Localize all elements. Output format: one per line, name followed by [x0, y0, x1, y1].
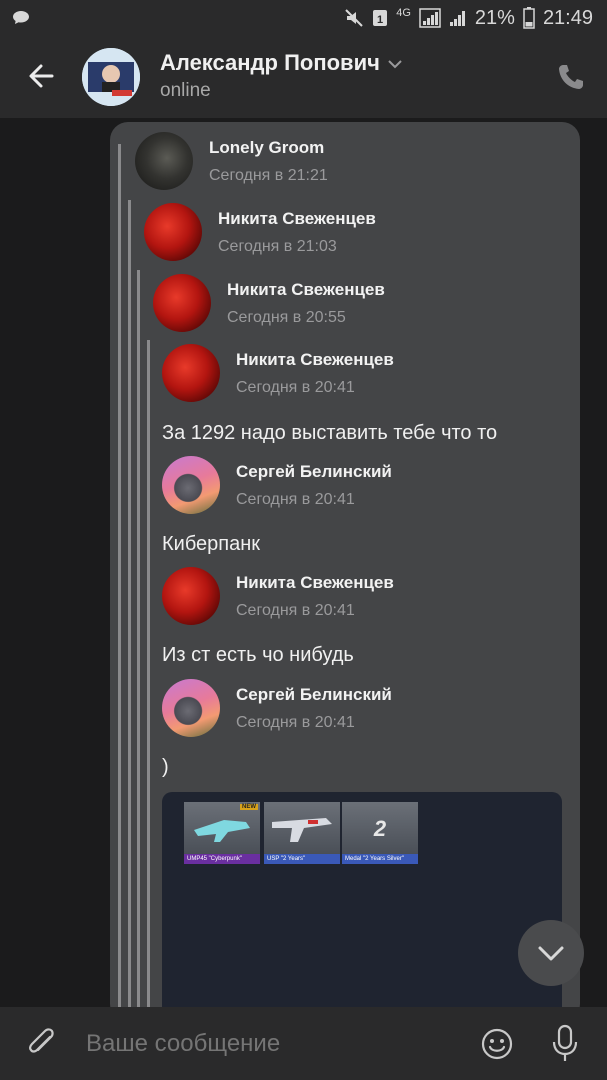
sender-time: Сегодня в 21:21: [209, 167, 328, 184]
sender-time: Сегодня в 20:41: [236, 379, 355, 396]
svg-text:2: 2: [373, 816, 387, 841]
item-tile: USP "2 Years": [264, 802, 340, 864]
forward-line: [137, 270, 140, 1022]
chevron-down-icon[interactable]: [388, 59, 402, 69]
chevron-down-icon: [538, 946, 564, 961]
sender-avatar[interactable]: [162, 567, 220, 625]
status-icons: 1 4G 21% 21:49: [344, 6, 593, 30]
back-arrow-icon[interactable]: [24, 58, 60, 94]
image-attachment[interactable]: NEW UMP45 "Cyberpunk" USP "2 Years" 2 Me…: [162, 792, 562, 1022]
message-text: Из ст есть чо нибудь: [162, 644, 354, 666]
message-composer: [0, 1007, 607, 1080]
sender-name[interactable]: Никита Свеженцев: [236, 350, 394, 370]
sender-avatar[interactable]: [162, 344, 220, 402]
network-type-label: 4G: [396, 6, 411, 19]
message-input[interactable]: [86, 1029, 456, 1059]
mute-icon: [345, 9, 363, 27]
item-tile: NEW UMP45 "Cyberpunk": [184, 802, 260, 864]
item-tile: 2 Medal "2 Years Silver": [342, 802, 418, 864]
message-text: За 1292 надо выставить тебе что то: [162, 422, 498, 444]
new-badge: NEW: [240, 804, 258, 810]
paperclip-icon[interactable]: [26, 1027, 58, 1061]
contact-name-label: Александр Попович: [160, 50, 380, 75]
signal-icon: [419, 8, 441, 28]
sender-name[interactable]: Сергей Белинский: [236, 685, 392, 705]
message-bubble[interactable]: Lonely Groom Сегодня в 21:21 Никита Свеж…: [110, 122, 580, 1022]
battery-icon: [523, 7, 535, 29]
sender-name[interactable]: Lonely Groom: [209, 138, 324, 158]
forward-line: [118, 144, 121, 1022]
contact-name[interactable]: Александр Попович: [160, 50, 402, 76]
sender-time: Сегодня в 20:41: [236, 602, 355, 619]
status-bar: 1 4G 21% 21:49: [0, 0, 607, 36]
forward-line: [128, 200, 131, 1022]
sender-time: Сегодня в 20:41: [236, 714, 355, 731]
phone-icon[interactable]: [556, 62, 586, 92]
sim-icon: 1: [373, 10, 388, 26]
sender-avatar[interactable]: [135, 132, 193, 190]
contact-avatar[interactable]: [82, 48, 140, 106]
item-caption: Medal "2 Years Silver": [342, 854, 418, 864]
svg-text:1: 1: [377, 14, 383, 26]
sender-name[interactable]: Сергей Белинский: [236, 462, 392, 482]
emoji-icon[interactable]: [480, 1027, 514, 1061]
sender-name[interactable]: Никита Свеженцев: [227, 280, 385, 300]
chat-header: Александр Попович online: [0, 36, 607, 118]
battery-percent: 21%: [474, 6, 515, 29]
sender-avatar[interactable]: [153, 274, 211, 332]
sender-time: Сегодня в 20:55: [227, 309, 346, 326]
sender-time: Сегодня в 20:41: [236, 491, 355, 508]
item-caption: USP "2 Years": [264, 854, 340, 864]
sender-time: Сегодня в 21:03: [218, 238, 337, 255]
item-caption: UMP45 "Cyberpunk": [184, 854, 260, 864]
scroll-down-button[interactable]: [518, 920, 584, 986]
message-text: Киберпанк: [162, 533, 261, 555]
microphone-icon[interactable]: [550, 1024, 580, 1064]
message-text: ): [162, 756, 169, 778]
sender-avatar[interactable]: [162, 456, 220, 514]
sender-avatar[interactable]: [144, 203, 202, 261]
chat-notification-icon: [13, 11, 29, 24]
forward-line: [147, 340, 150, 1022]
clock: 21:49: [542, 6, 593, 29]
sender-avatar[interactable]: [162, 679, 220, 737]
sender-name[interactable]: Никита Свеженцев: [236, 573, 394, 593]
contact-status: online: [160, 80, 211, 101]
signal-bars-icon: [449, 11, 465, 26]
sender-name[interactable]: Никита Свеженцев: [218, 209, 376, 229]
